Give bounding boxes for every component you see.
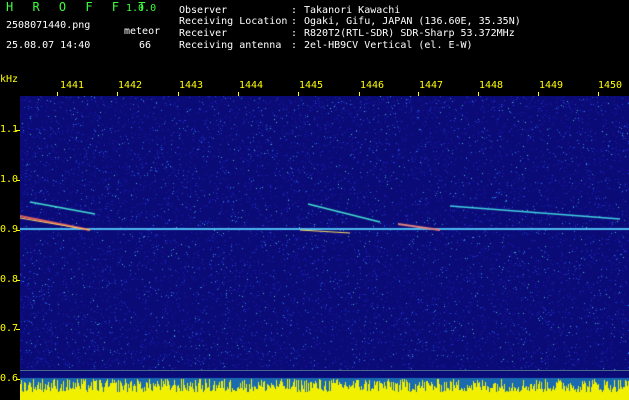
x-tick-mark (418, 92, 419, 96)
x-tick-label: 1446 (360, 80, 385, 91)
x-tick-label: 1447 (419, 80, 444, 91)
y-tick-mark (16, 280, 20, 281)
x-tick-label: 1448 (479, 80, 504, 91)
info-key-antenna: Receiving antenna (179, 40, 282, 51)
info-value-receiver: R820T2(RTL-SDR) SDR-Sharp 53.372MHz (304, 28, 515, 39)
info-sep-receiver: : (291, 28, 298, 39)
info-value-antenna: 2el-HB9CV Vertical (el. E-W) (304, 40, 473, 51)
x-tick-label: 1441 (60, 80, 85, 91)
info-sep-antenna: : (291, 40, 298, 51)
x-tick-mark (117, 92, 118, 96)
y-tick-mark (16, 130, 20, 131)
x-tick-label: 1443 (179, 80, 204, 91)
y-axis-unit: kHz (0, 74, 19, 85)
reference-line (20, 370, 629, 371)
meteor-label: meteor (124, 26, 161, 37)
x-tick-mark (238, 92, 239, 96)
info-key-location: Receiving Location (179, 16, 288, 27)
y-tick-mark (16, 379, 20, 380)
x-tick-label: 1444 (239, 80, 264, 91)
x-tick-mark (598, 92, 599, 96)
x-tick-mark (538, 92, 539, 96)
info-key-receiver: Receiver (179, 28, 228, 39)
app-version: 1.0.0 (126, 3, 157, 14)
x-tick-mark (478, 92, 479, 96)
info-sep-location: : (291, 16, 298, 27)
x-tick-label: 1442 (118, 80, 143, 91)
y-tick-mark (16, 230, 20, 231)
x-tick-mark (178, 92, 179, 96)
y-tick-mark (16, 329, 20, 330)
spectrogram-canvas (20, 96, 629, 400)
info-value-location: Ogaki, Gifu, JAPAN (136.60E, 35.35N) (304, 16, 521, 27)
meteor-count: 66 (139, 40, 152, 51)
filename: 2508071440.png (6, 20, 91, 31)
x-tick-mark (359, 92, 360, 96)
x-tick-label: 1445 (299, 80, 324, 91)
spectrogram (20, 96, 629, 400)
x-tick-mark (298, 92, 299, 96)
x-tick-mark (57, 92, 58, 96)
y-tick-mark (16, 180, 20, 181)
x-tick-label: 1450 (598, 80, 623, 91)
timestamp: 25.08.07 14:40 (6, 40, 91, 51)
x-tick-label: 1449 (539, 80, 564, 91)
